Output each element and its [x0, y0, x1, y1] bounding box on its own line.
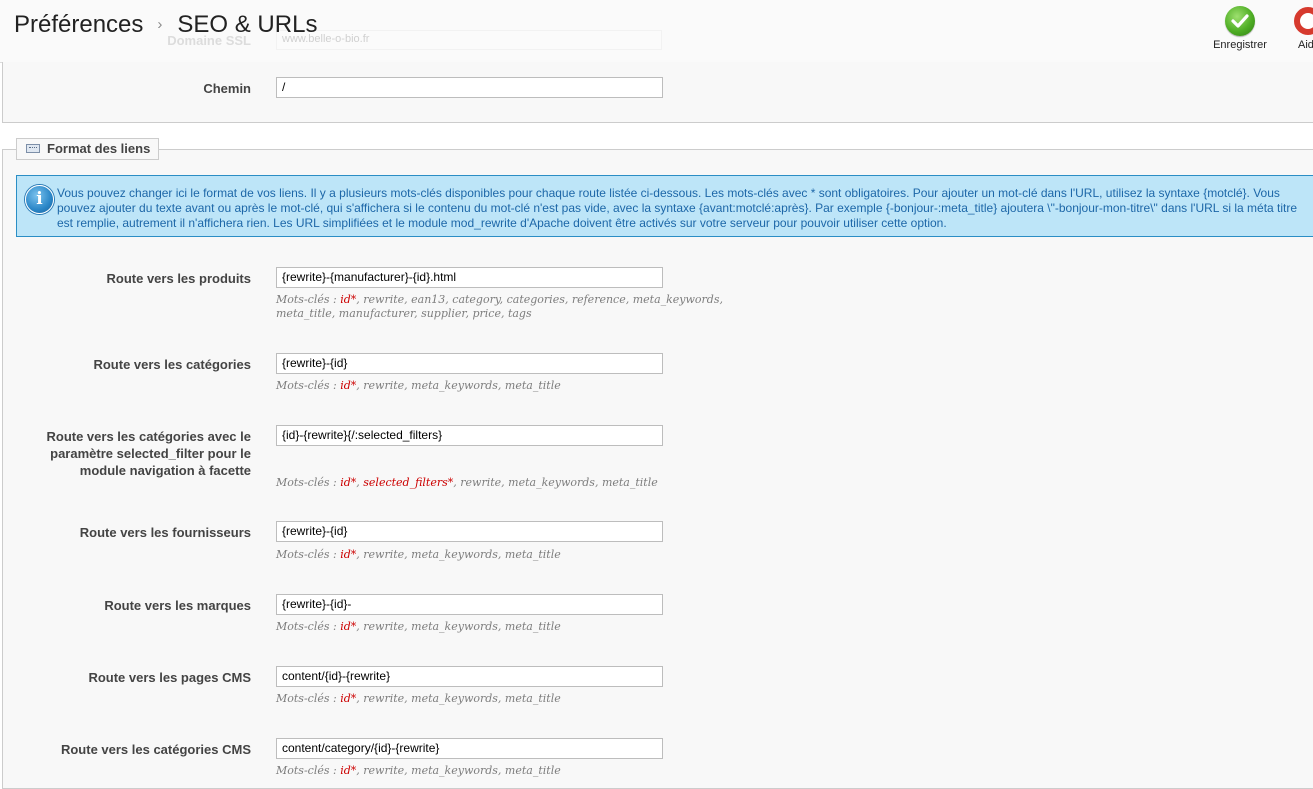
info-text: Vous pouvez changer ici le format de vos…: [57, 186, 1313, 231]
breadcrumb-separator-icon: ›: [157, 15, 163, 33]
info-circle-icon: i: [25, 185, 54, 214]
route-suppliers-label: Route vers les fournisseurs: [79, 525, 251, 540]
toolbar: Domaine SSL www.belle-o-bio.fr Préférenc…: [0, 0, 1313, 63]
required-keyword: id*: [340, 293, 357, 306]
route-suppliers-input[interactable]: {rewrite}-{id}: [276, 521, 663, 542]
route-products-input[interactable]: {rewrite}-{manufacturer}-{id}.html: [276, 267, 663, 288]
route-cms-label: Route vers les pages CMS: [88, 670, 251, 685]
keywords-list: , rewrite, ean13, category, categories, …: [356, 293, 723, 306]
breadcrumb: Préférences › SEO & URLs: [14, 10, 317, 40]
required-keyword: id*: [340, 692, 357, 705]
required-keyword: id*: [340, 764, 357, 777]
legend-title: Format des liens: [47, 141, 151, 156]
route-suppliers-keywords: Mots-clés : id*, rewrite, meta_keywords,…: [276, 548, 736, 562]
keywords-list: , rewrite, meta_keywords, meta_title: [356, 692, 561, 705]
info-line: est remplie, autrement il n'affichera ri…: [57, 216, 947, 230]
keywords-list: , rewrite, meta_keywords, meta_title: [356, 764, 561, 777]
info-line: pouvez ajouter du texte avant ou après l…: [57, 201, 1298, 215]
route-categories-label: Route vers les catégories: [93, 357, 251, 372]
keywords-prefix: Mots-clés :: [276, 293, 341, 306]
keywords-list: , rewrite, meta_keywords, meta_title: [356, 548, 561, 561]
required-keyword: id*: [340, 548, 357, 561]
keywords-prefix: Mots-clés :: [276, 764, 341, 777]
help-button[interactable]: Aide: [1290, 4, 1313, 60]
route-cms-categories-label: Route vers les catégories CMS: [60, 742, 251, 757]
required-keyword: selected_filters*: [363, 476, 454, 489]
keywords-prefix: Mots-clés :: [276, 476, 341, 489]
required-keyword: id*: [340, 620, 357, 633]
keywords-prefix: Mots-clés :: [276, 379, 341, 392]
keywords-prefix: Mots-clés :: [276, 548, 341, 561]
lifebuoy-icon: [1294, 7, 1313, 35]
keywords-prefix: Mots-clés :: [276, 620, 341, 633]
keywords-prefix: Mots-clés :: [276, 692, 341, 705]
route-cms-categories-input[interactable]: content/category/{id}-{rewrite}: [276, 738, 663, 759]
label-line: paramètre selected_filter pour le: [50, 446, 251, 461]
route-layered-categories-keywords: Mots-clés : id*, selected_filters*, rewr…: [276, 476, 658, 489]
route-layered-categories-label: Route vers les catégories avec le paramè…: [0, 428, 251, 479]
route-products-keywords: Mots-clés : id*, rewrite, ean13, categor…: [276, 293, 736, 321]
breadcrumb-parent[interactable]: Préférences: [14, 11, 143, 38]
check-circle-icon: [1225, 6, 1255, 36]
save-button-label: Enregistrer: [1213, 39, 1267, 51]
route-layered-categories-input[interactable]: {id}-{rewrite}{/:selected_filters}: [276, 425, 663, 446]
keywords-list: , rewrite, meta_keywords, meta_title: [356, 620, 561, 633]
label-line: module navigation à facette: [79, 463, 251, 478]
required-keyword: id*: [340, 476, 357, 489]
save-button[interactable]: Enregistrer: [1210, 4, 1270, 60]
path-input[interactable]: /: [276, 77, 663, 98]
keywords-list-continued: meta_title, manufacturer, supplier, pric…: [276, 307, 532, 320]
link-format-legend: Format des liens: [16, 138, 159, 160]
info-box: i Vous pouvez changer ici le format de v…: [16, 175, 1313, 237]
required-keyword: id*: [340, 379, 357, 392]
keywords-list: , rewrite, meta_keywords, meta_title: [453, 476, 658, 489]
route-cms-categories-keywords: Mots-clés : id*, rewrite, meta_keywords,…: [276, 764, 736, 778]
route-categories-input[interactable]: {rewrite}-{id}: [276, 353, 663, 374]
route-cms-input[interactable]: content/{id}-{rewrite}: [276, 666, 663, 687]
keyboard-icon: [26, 144, 40, 153]
ssl-domain-input[interactable]: www.belle-o-bio.fr: [276, 30, 662, 50]
help-button-label: Aide: [1298, 39, 1313, 51]
page-title: SEO & URLs: [177, 11, 318, 38]
route-products-label: Route vers les produits: [106, 271, 251, 286]
label-line: Route vers les catégories avec le: [46, 429, 251, 444]
route-manufacturers-keywords: Mots-clés : id*, rewrite, meta_keywords,…: [276, 620, 736, 634]
route-manufacturers-label: Route vers les marques: [104, 598, 251, 613]
info-line: Vous pouvez changer ici le format de vos…: [57, 186, 1280, 200]
route-cms-keywords: Mots-clés : id*, rewrite, meta_keywords,…: [276, 692, 736, 706]
path-label: Chemin: [203, 81, 251, 96]
route-manufacturers-input[interactable]: {rewrite}-{id}-: [276, 594, 663, 615]
keywords-list: , rewrite, meta_keywords, meta_title: [356, 379, 561, 392]
route-categories-keywords: Mots-clés : id*, rewrite, meta_keywords,…: [276, 379, 736, 393]
